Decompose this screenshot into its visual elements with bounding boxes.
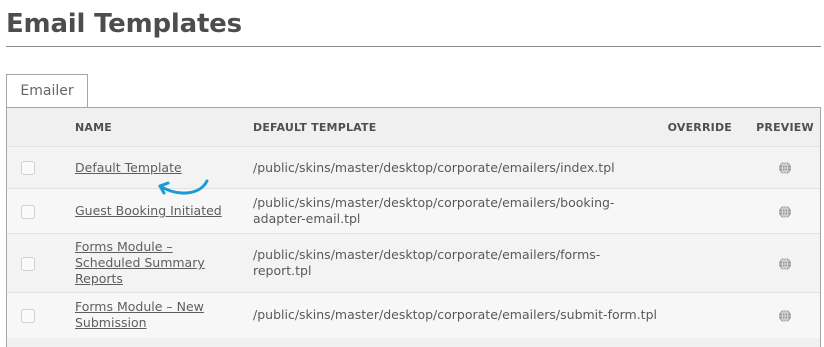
title-divider <box>6 46 821 47</box>
column-header-override[interactable]: OVERRIDE <box>661 108 750 147</box>
template-name-line: Scheduled Summary <box>75 255 205 270</box>
template-path-line: /public/skins/master/desktop/corporate/e… <box>253 195 615 210</box>
override-cell[interactable] <box>661 292 750 338</box>
row-checkbox[interactable] <box>21 308 35 323</box>
column-header-default-template[interactable]: DEFAULT TEMPLATE <box>253 108 661 147</box>
template-name-link[interactable]: Forms Module – Scheduled Summary Reports <box>75 239 205 286</box>
template-path-line: /public/skins/master/desktop/corporate/e… <box>253 159 615 175</box>
override-cell[interactable] <box>661 233 750 293</box>
table-row: Forms Module – Scheduled Summary Reports /… <box>7 233 820 293</box>
globe-icon[interactable] <box>778 309 792 323</box>
template-name-link[interactable]: Forms Module – New Submission <box>75 299 204 330</box>
globe-icon[interactable] <box>778 257 792 271</box>
templates-panel: NAME DEFAULT TEMPLATE OVERRIDE PREVIEW D… <box>6 107 821 347</box>
template-path: /public/skins/master/desktop/corporate/e… <box>253 292 661 338</box>
template-name-line: Forms Module – New <box>75 299 204 315</box>
template-name-line: Reports <box>75 271 123 286</box>
page-title: Email Templates <box>6 9 242 39</box>
template-path: /public/skins/master/desktop/corporate/e… <box>253 146 661 189</box>
template-name-link[interactable]: Default Template <box>75 160 182 175</box>
template-name-line: Forms Module – <box>75 239 173 254</box>
template-path-line: /public/skins/master/desktop/corporate/e… <box>253 247 601 262</box>
template-path-line: adapter-email.tpl <box>253 211 361 226</box>
template-name-line: Submission <box>75 315 147 331</box>
select-column-header <box>7 108 75 147</box>
template-path-line: report.tpl <box>253 263 312 278</box>
tab-emailer[interactable]: Emailer <box>6 74 88 107</box>
template-name-link[interactable]: Guest Booking Initiated <box>75 203 222 218</box>
row-checkbox[interactable] <box>21 161 35 175</box>
template-path: /public/skins/master/desktop/corporate/e… <box>253 188 661 234</box>
override-cell[interactable] <box>661 188 750 234</box>
templates-table: NAME DEFAULT TEMPLATE OVERRIDE PREVIEW D… <box>7 108 820 338</box>
column-header-preview[interactable]: PREVIEW <box>750 108 820 147</box>
globe-icon[interactable] <box>778 161 792 175</box>
row-checkbox[interactable] <box>21 204 35 219</box>
table-row: Guest Booking Initiated /public/skins/ma… <box>7 188 820 234</box>
table-row: Forms Module – New Submission /public/ski… <box>7 292 820 338</box>
table-row: Default Template /public/skins/master/de… <box>7 146 820 189</box>
override-cell[interactable] <box>661 146 750 189</box>
template-path: /public/skins/master/desktop/corporate/e… <box>253 233 661 293</box>
row-checkbox[interactable] <box>21 256 35 271</box>
column-header-name[interactable]: NAME <box>75 108 253 147</box>
globe-icon[interactable] <box>778 205 792 219</box>
table-header-row: NAME DEFAULT TEMPLATE OVERRIDE PREVIEW <box>7 108 820 147</box>
template-path-line: /public/skins/master/desktop/corporate/e… <box>253 307 657 323</box>
